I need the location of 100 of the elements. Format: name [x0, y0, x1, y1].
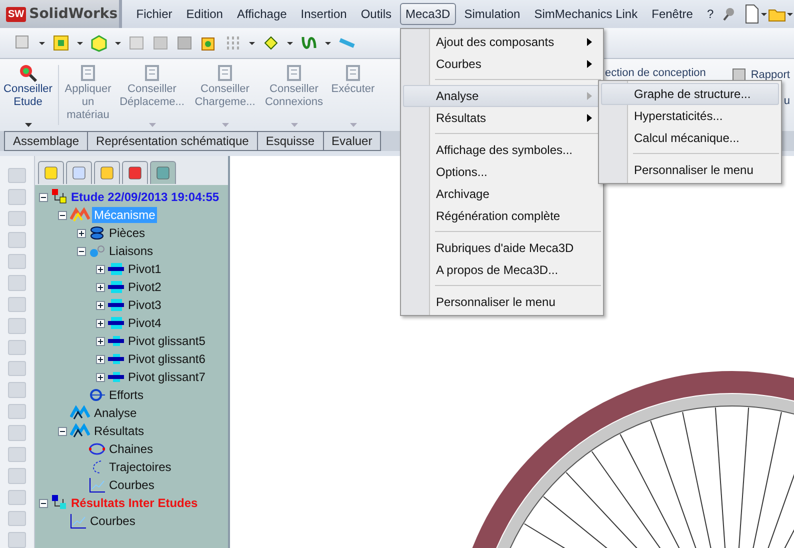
menu-item[interactable]: Hyperstaticités...	[601, 105, 779, 127]
curve-icon	[300, 34, 318, 52]
tree-item[interactable]: Analyse	[92, 405, 139, 421]
pin-icon	[720, 6, 737, 22]
menu-bar-item[interactable]: Fichier	[130, 3, 178, 25]
menu-item[interactable]: Résultats	[403, 107, 601, 129]
expand-toggle[interactable]	[96, 354, 105, 364]
collapse-toggle[interactable]	[58, 210, 67, 220]
tool-icon[interactable]	[8, 404, 26, 420]
panel-tab[interactable]	[94, 161, 120, 184]
panel-tab-icon	[44, 166, 58, 180]
collapse-toggle[interactable]	[39, 192, 48, 202]
expand-toggle[interactable]	[96, 336, 105, 346]
slide-pivot-icon	[108, 333, 124, 349]
menu-item[interactable]: Ajout des composants	[403, 31, 601, 53]
menu-item[interactable]: Personnaliser le menu	[403, 291, 601, 313]
menu-item[interactable]: Courbes	[403, 53, 601, 75]
ribbon-tab[interactable]: Esquisse	[256, 131, 324, 151]
collapse-toggle[interactable]	[77, 246, 86, 256]
tree-item[interactable]: Pivot3	[126, 297, 164, 313]
caret-icon	[786, 10, 794, 18]
tool-icon[interactable]	[8, 296, 26, 312]
tool-icon	[142, 63, 162, 83]
caret-icon	[324, 39, 332, 47]
menu-item[interactable]: Régénération complète	[403, 205, 601, 227]
menu-item[interactable]: Archivage	[403, 183, 601, 205]
grid-icon	[224, 34, 242, 52]
panel-tab[interactable]	[150, 161, 176, 184]
tree-item[interactable]: Courbes	[88, 513, 138, 529]
expand-toggle[interactable]	[96, 372, 105, 382]
chart-icon	[70, 513, 86, 529]
menu-bar-item[interactable]: Outils	[354, 3, 398, 25]
tree-item[interactable]: Pivot4	[126, 315, 164, 331]
menu-item[interactable]: Analyse	[403, 85, 601, 107]
panel-tab[interactable]	[66, 161, 92, 184]
expand-toggle[interactable]	[77, 228, 86, 238]
tree-item[interactable]: Pièces	[107, 225, 148, 241]
tool-icon[interactable]	[8, 254, 26, 270]
expand-toggle[interactable]	[96, 282, 105, 292]
menu-item[interactable]: Calcul mécanique...	[601, 127, 779, 149]
shape-icon	[128, 34, 146, 52]
expand-toggle[interactable]	[96, 264, 105, 274]
tree-item[interactable]: Pivot glissant7	[126, 369, 208, 385]
collapse-toggle[interactable]	[58, 426, 67, 436]
chart-icon	[89, 477, 105, 493]
menu-item[interactable]: Affichage des symboles...	[403, 139, 601, 161]
menu-bar-item[interactable]: Fenêtre	[646, 3, 699, 25]
ribbon-tab[interactable]: Représentation schématique	[87, 131, 258, 151]
tool-icon	[343, 63, 363, 83]
tree-item[interactable]: Pivot glissant6	[126, 351, 208, 367]
caret-icon	[286, 39, 294, 47]
menu-bar-item[interactable]: Insertion	[294, 3, 353, 25]
menu-bar-item[interactable]: Edition	[180, 3, 229, 25]
ribbon-button[interactable]: Conseiller Etude	[0, 59, 56, 131]
tree-item[interactable]: Courbes	[107, 477, 156, 493]
parts-icon	[89, 225, 105, 241]
expand-toggle[interactable]	[96, 318, 105, 328]
submenu-arrow-icon	[587, 60, 592, 68]
submenu-arrow-icon	[587, 92, 592, 100]
tree-node-icon	[51, 189, 67, 205]
caret-icon	[114, 39, 122, 47]
mechanism-icon	[70, 207, 90, 223]
menu-item[interactable]: Personnaliser le menu	[601, 159, 779, 181]
tree-item[interactable]: Trajectoires	[107, 459, 174, 475]
tool-icon[interactable]	[8, 168, 26, 184]
tree-item[interactable]: Liaisons	[107, 243, 156, 259]
submenu-arrow-icon	[587, 114, 592, 122]
tool-icon[interactable]	[8, 340, 26, 355]
expand-toggle[interactable]	[96, 300, 105, 310]
tree-item[interactable]: Efforts	[107, 387, 146, 403]
ribbon-button[interactable]: Rapport	[750, 69, 790, 81]
tree-item[interactable]: Pivot2	[126, 279, 164, 295]
menu-item[interactable]: Options...	[403, 161, 601, 183]
menu-bar-item[interactable]: Affichage	[230, 3, 293, 25]
tree-item[interactable]: Chaines	[107, 441, 156, 457]
menu-bar-item[interactable]: Simulation	[458, 3, 526, 25]
menu-bar-item[interactable]: Meca3D	[400, 3, 456, 25]
menu-bar-item[interactable]: SimMechanics Link	[528, 3, 644, 25]
panel-tab-icon	[128, 166, 142, 180]
menu-item[interactable]: Graphe de structure...	[601, 83, 779, 105]
panel-tab[interactable]	[38, 161, 64, 184]
tool-icon[interactable]	[8, 210, 26, 226]
tree-item[interactable]: Pivot1	[126, 261, 164, 277]
tree-item[interactable]: Pivot glissant5	[126, 333, 208, 349]
menu-bar-item[interactable]: ?	[700, 3, 720, 25]
tool-icon[interactable]	[8, 360, 26, 376]
menu-item[interactable]: A propos de Meca3D...	[403, 259, 601, 281]
submenu-arrow-icon	[587, 38, 592, 46]
tool-icon[interactable]	[8, 511, 26, 526]
ribbon-label: u	[784, 95, 790, 107]
collapse-toggle[interactable]	[39, 498, 48, 508]
tool-icon[interactable]	[8, 446, 26, 462]
ribbon-tab[interactable]: Assemblage	[4, 131, 88, 151]
tree-item[interactable]: Résultats	[92, 423, 146, 439]
menu-item[interactable]: Rubriques d'aide Meca3D	[403, 237, 601, 259]
panel-tab[interactable]	[122, 161, 148, 184]
tree-item[interactable]: Etude 22/09/2013 19:04:55	[69, 189, 222, 205]
assembly-icon	[52, 34, 70, 52]
tool-icon[interactable]	[8, 490, 26, 505]
ribbon-tab[interactable]: Evaluer	[322, 131, 382, 151]
